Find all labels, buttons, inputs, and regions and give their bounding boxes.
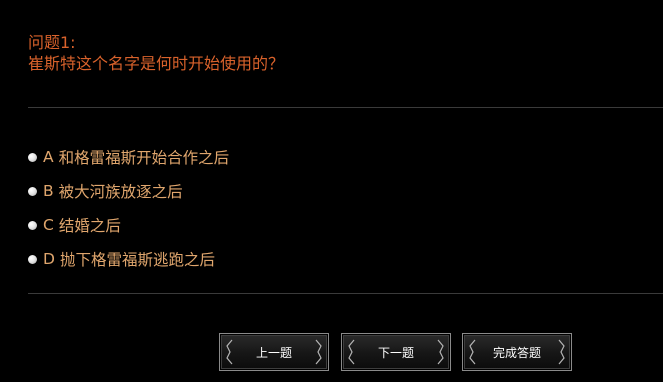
option-text: 抛下格雷福斯逃跑之后 [59, 251, 215, 269]
next-question-button[interactable]: 下一题 [341, 333, 451, 371]
question-number: 问题1: [28, 33, 76, 52]
radio-icon[interactable] [28, 254, 37, 264]
option-text: 结婚之后 [58, 217, 121, 235]
bracket-ornament-icon [315, 339, 322, 365]
radio-icon[interactable] [28, 152, 37, 162]
option-letter: D [43, 250, 55, 268]
bracket-ornament-icon [348, 339, 355, 365]
option-text: 被大河族放逐之后 [58, 183, 183, 201]
divider-top [28, 107, 663, 108]
option-letter: A [43, 148, 54, 166]
question-block: 问题1: 崔斯特这个名字是何时开始使用的？ [28, 32, 284, 74]
bracket-ornament-icon [437, 339, 444, 365]
prev-question-button[interactable]: 上一题 [219, 333, 329, 371]
option-d[interactable]: D 抛下格雷福斯逃跑之后 [28, 242, 628, 276]
option-letter: B [43, 182, 54, 200]
next-question-label: 下一题 [377, 345, 414, 360]
finish-quiz-button[interactable]: 完成答题 [462, 333, 572, 371]
option-c[interactable]: C 结婚之后 [28, 208, 628, 242]
quiz-panel: 问题1: 崔斯特这个名字是何时开始使用的？ A 和格雷福斯开始合作之后 B 被大… [0, 0, 663, 382]
bracket-ornament-icon [226, 339, 233, 365]
option-b[interactable]: B 被大河族放逐之后 [28, 174, 628, 208]
finish-quiz-label: 完成答题 [492, 345, 541, 360]
question-text: 崔斯特这个名字是何时开始使用的？ [28, 54, 285, 73]
bracket-ornament-icon [469, 339, 476, 365]
prev-question-label: 上一题 [255, 345, 292, 360]
answer-options: A 和格雷福斯开始合作之后 B 被大河族放逐之后 C 结婚之后 D 抛下格雷福斯… [28, 140, 628, 276]
divider-bottom [28, 293, 663, 294]
option-a[interactable]: A 和格雷福斯开始合作之后 [28, 140, 628, 174]
bracket-ornament-icon [558, 339, 565, 365]
option-letter: C [43, 216, 54, 234]
option-text: 和格雷福斯开始合作之后 [58, 149, 230, 167]
radio-icon[interactable] [28, 220, 37, 230]
radio-icon[interactable] [28, 186, 37, 196]
